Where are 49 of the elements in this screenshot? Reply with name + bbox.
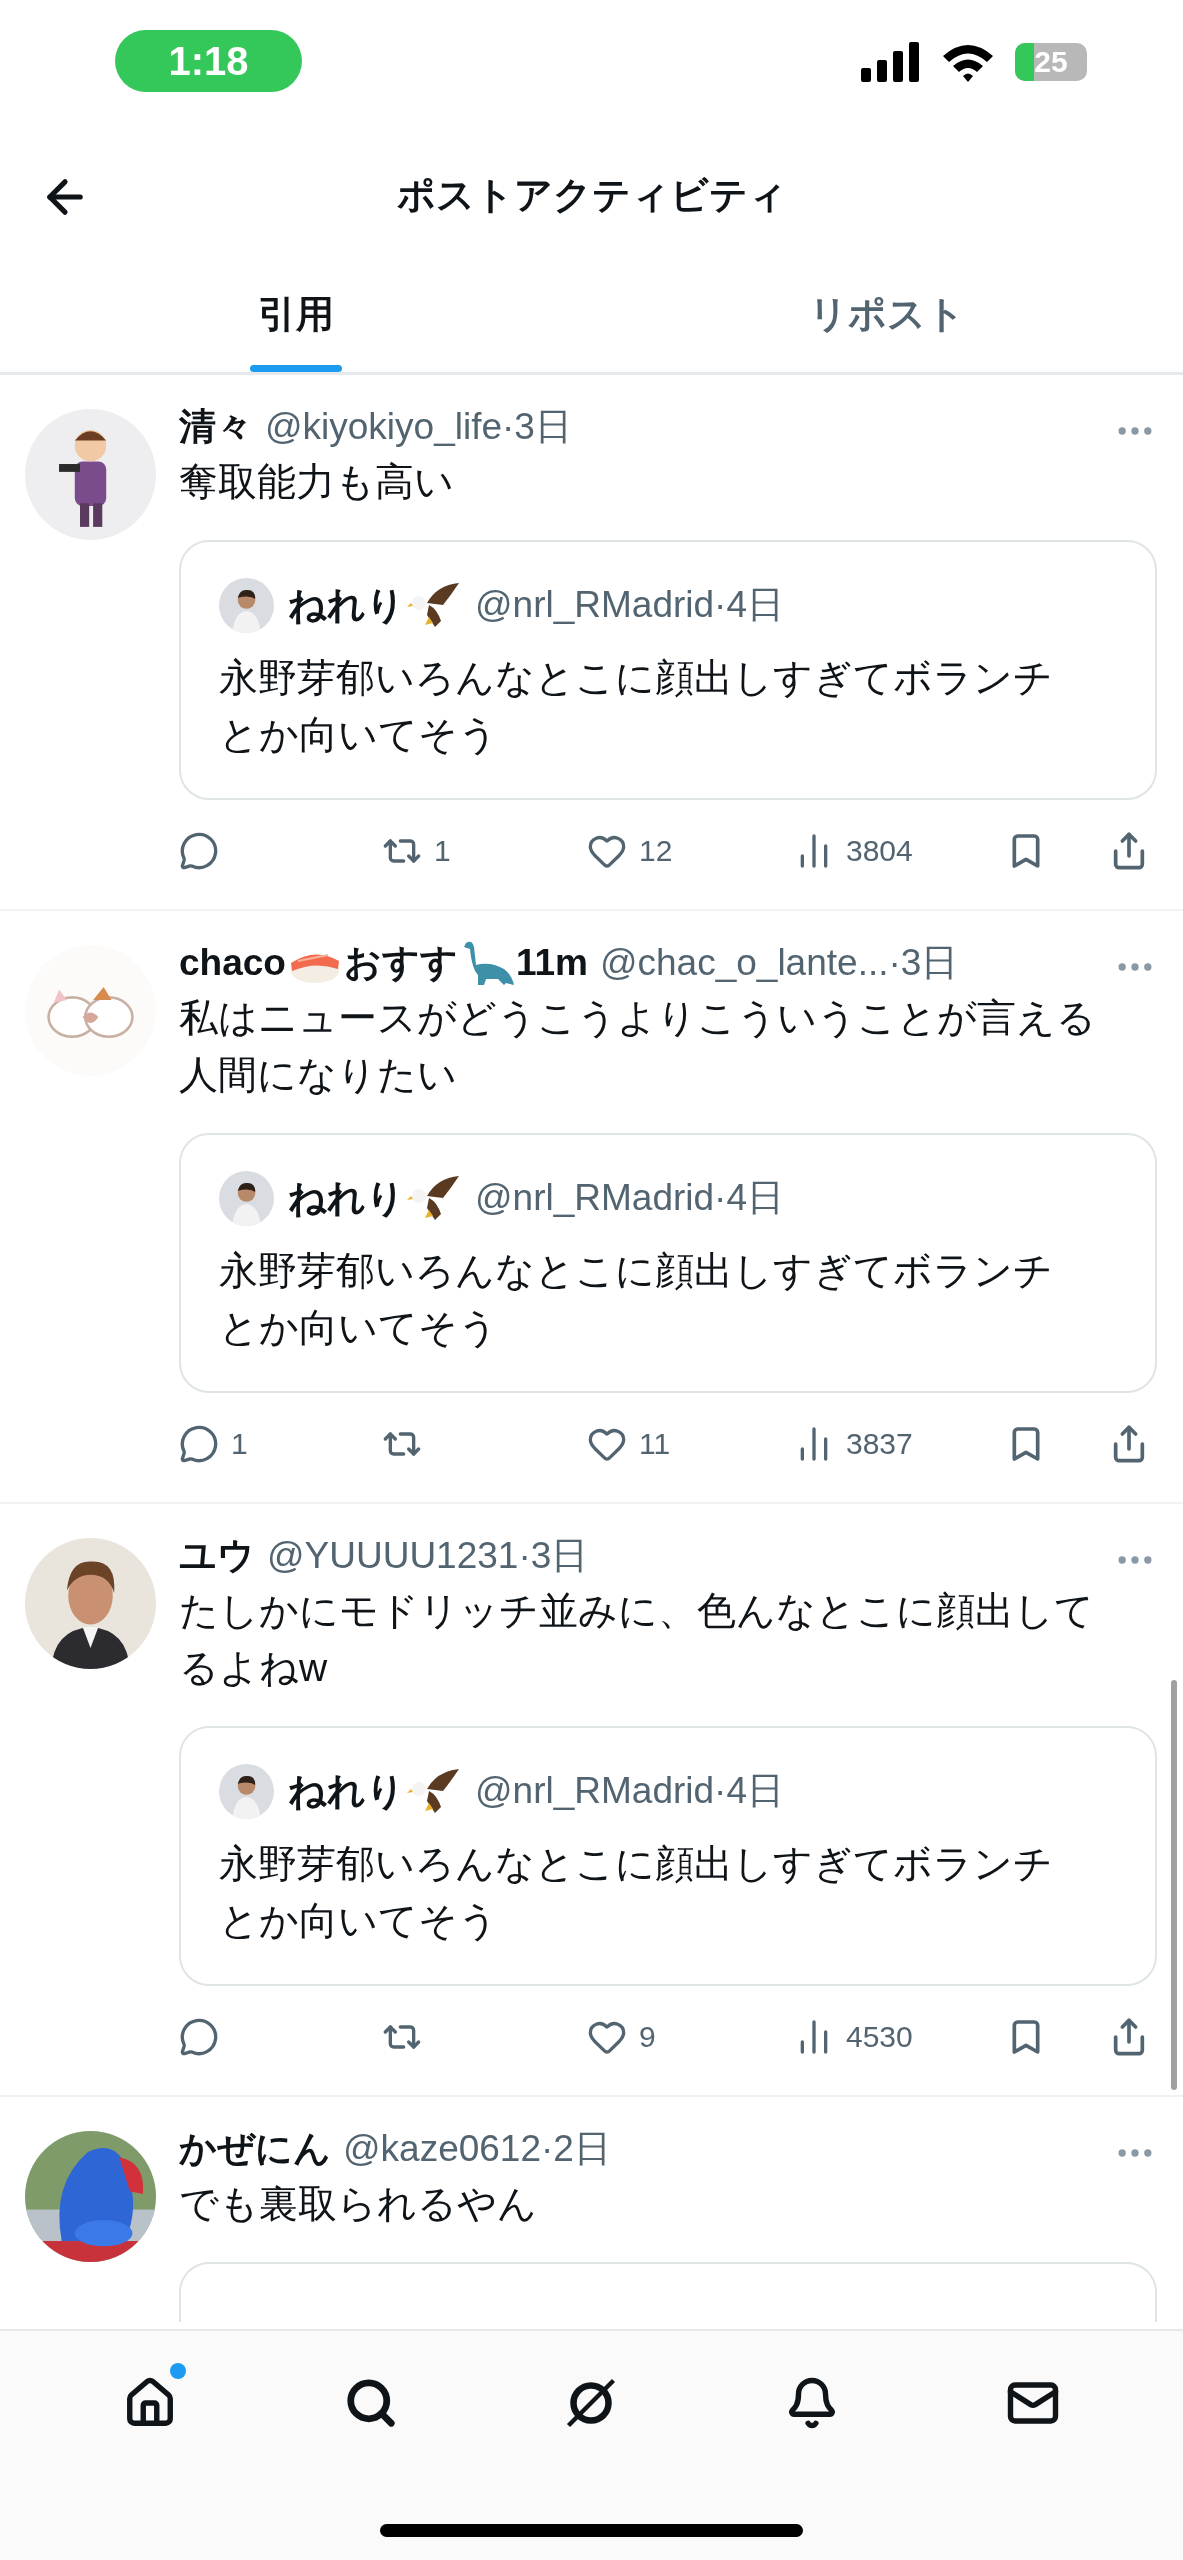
author-name: ねれり xyxy=(288,582,405,628)
post-text: たしかにモドリッチ並みに、色んなとこに顔出してるよねw xyxy=(179,1588,1095,1691)
heart-button[interactable]: 11 xyxy=(587,1424,671,1464)
author-name: おすす xyxy=(343,941,458,985)
page-title: ポストアクティビティ xyxy=(396,172,787,218)
handle-and-time: @nrl_RMadrid·4日 xyxy=(475,583,784,627)
author-name: ねれり xyxy=(288,1175,405,1221)
author-name: ねれり xyxy=(288,1768,405,1814)
handle-and-time: @kiyokiyo_life·3日 xyxy=(265,405,572,449)
eagle-icon xyxy=(407,1767,461,1815)
handle-and-time: @nrl_RMadrid·4日 xyxy=(475,1176,784,1220)
views-button[interactable]: 4530 xyxy=(794,2017,913,2057)
author-name: 清々 xyxy=(179,405,253,449)
reply-button[interactable] xyxy=(179,831,219,871)
author-name: chaco xyxy=(179,942,286,984)
author-name: かぜにん xyxy=(179,2127,331,2171)
reply-icon xyxy=(179,2017,219,2057)
reply-icon xyxy=(179,831,219,871)
heart-button[interactable]: 12 xyxy=(587,831,673,871)
wifi-icon xyxy=(941,42,995,82)
reply-icon xyxy=(179,1424,219,1464)
repost-button[interactable]: 1 xyxy=(382,831,451,871)
eagle-icon xyxy=(407,1174,461,1222)
quoted-text: 永野芽郁いろんなとこに顔出しすぎてボランチとか向いてそう xyxy=(219,1841,1054,1944)
quoted-post-card[interactable]: ねれり @nrl_RMadrid·4日 永野芽郁いろんなとこに顔出しすぎてボランチとか向いてそう xyxy=(179,1133,1157,1393)
views-button[interactable]: 3804 xyxy=(794,831,913,871)
quoted-post-card[interactable]: ねれり @nrl_RMadrid·4日 永野芽郁いろんなとこに顔出しすぎてボランチとか向いてそう xyxy=(179,540,1157,800)
signal-icon xyxy=(861,42,921,82)
post-text: 奪取能力も高い xyxy=(179,459,455,505)
views-button[interactable]: 3837 xyxy=(794,1424,913,1464)
reply-button[interactable] xyxy=(179,2017,219,2057)
quoted-text: 永野芽郁いろんなとこに顔出しすぎてボランチとか向いてそう xyxy=(219,1248,1054,1351)
author-name: 11m xyxy=(515,942,588,984)
author-name: ユウ xyxy=(179,1534,255,1578)
quoted-post-card[interactable]: ねれり @nrl_RMadrid·4日 永野芽郁いろんなとこに顔出しすぎてボランチとか向いてそう xyxy=(179,1726,1157,1986)
handle-and-time: @nrl_RMadrid·4日 xyxy=(475,1769,784,1813)
tab[interactable]: 引用 xyxy=(0,250,592,372)
heart-button[interactable]: 9 xyxy=(587,2017,656,2057)
post-text: でも裏取られるやん xyxy=(179,2181,538,2227)
eagle-icon xyxy=(407,581,461,629)
handle-and-time: @kaze0612·2日 xyxy=(343,2127,611,2171)
handle-and-time: @chac_o_lante...·3日 xyxy=(599,941,959,985)
handle-and-time: @YUUUU1231·3日 xyxy=(267,1534,589,1578)
battery-level: 25 xyxy=(1034,45,1068,79)
status-time: 1:18 xyxy=(115,30,302,92)
quoted-text: 永野芽郁いろんなとこに顔出しすぎてボランチとか向いてそう xyxy=(219,655,1054,758)
reply-button[interactable]: 1 xyxy=(179,1424,248,1464)
tab[interactable]: リポスト xyxy=(591,250,1183,372)
post-text: 私はニュースがどうこうよりこういうことが言える人間になりたい xyxy=(179,995,1097,1098)
